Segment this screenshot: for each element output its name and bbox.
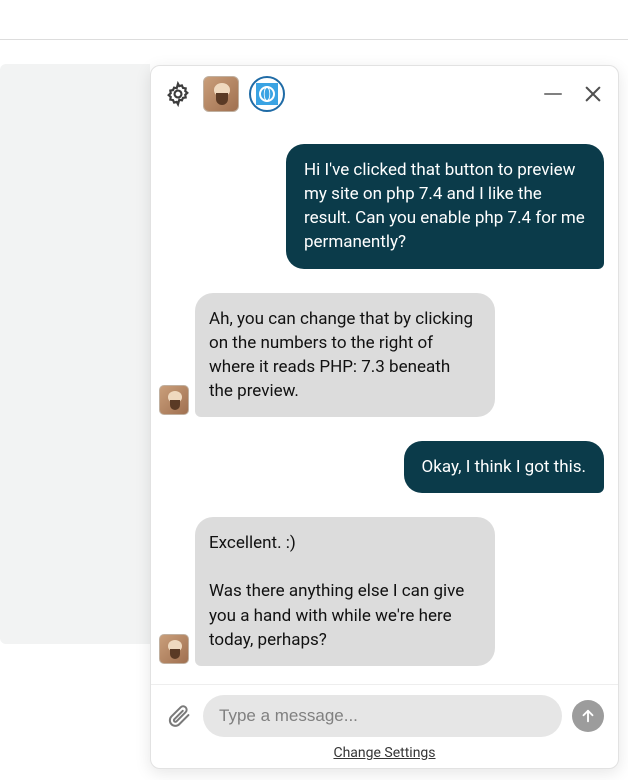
agent-avatar: [159, 634, 189, 664]
chat-footer: Change Settings: [151, 684, 618, 768]
message-bubble: Ah, you can change that by clicking on t…: [195, 293, 495, 418]
background-divider: [0, 39, 628, 40]
message-row-agent: Excellent. :) Was there anything else I …: [159, 517, 604, 666]
change-settings-link[interactable]: Change Settings: [165, 745, 604, 761]
message-row-agent: Ah, you can change that by clicking on t…: [159, 293, 604, 418]
send-button[interactable]: [572, 700, 604, 732]
brand-logo-avatar: [249, 76, 285, 112]
message-bubble: Excellent. :) Was there anything else I …: [195, 517, 495, 666]
minimize-icon[interactable]: [542, 83, 564, 105]
agent-avatar-header: [203, 76, 239, 112]
chat-widget: Hi I've clicked that button to preview m…: [150, 65, 619, 769]
message-bubble: Hi I've clicked that button to preview m…: [286, 144, 604, 269]
agent-avatar: [159, 385, 189, 415]
message-row-user: Hi I've clicked that button to preview m…: [159, 144, 604, 269]
chat-messages: Hi I've clicked that button to preview m…: [151, 122, 618, 684]
message-row-user: Okay, I think I got this.: [159, 441, 604, 493]
message-input[interactable]: [203, 695, 562, 737]
background-panel: [0, 64, 150, 644]
input-row: [165, 695, 604, 737]
close-icon[interactable]: [582, 83, 604, 105]
message-bubble: Okay, I think I got this.: [404, 441, 604, 493]
paperclip-icon[interactable]: [165, 702, 193, 730]
gear-icon[interactable]: [163, 79, 193, 109]
chat-header: [151, 66, 618, 122]
